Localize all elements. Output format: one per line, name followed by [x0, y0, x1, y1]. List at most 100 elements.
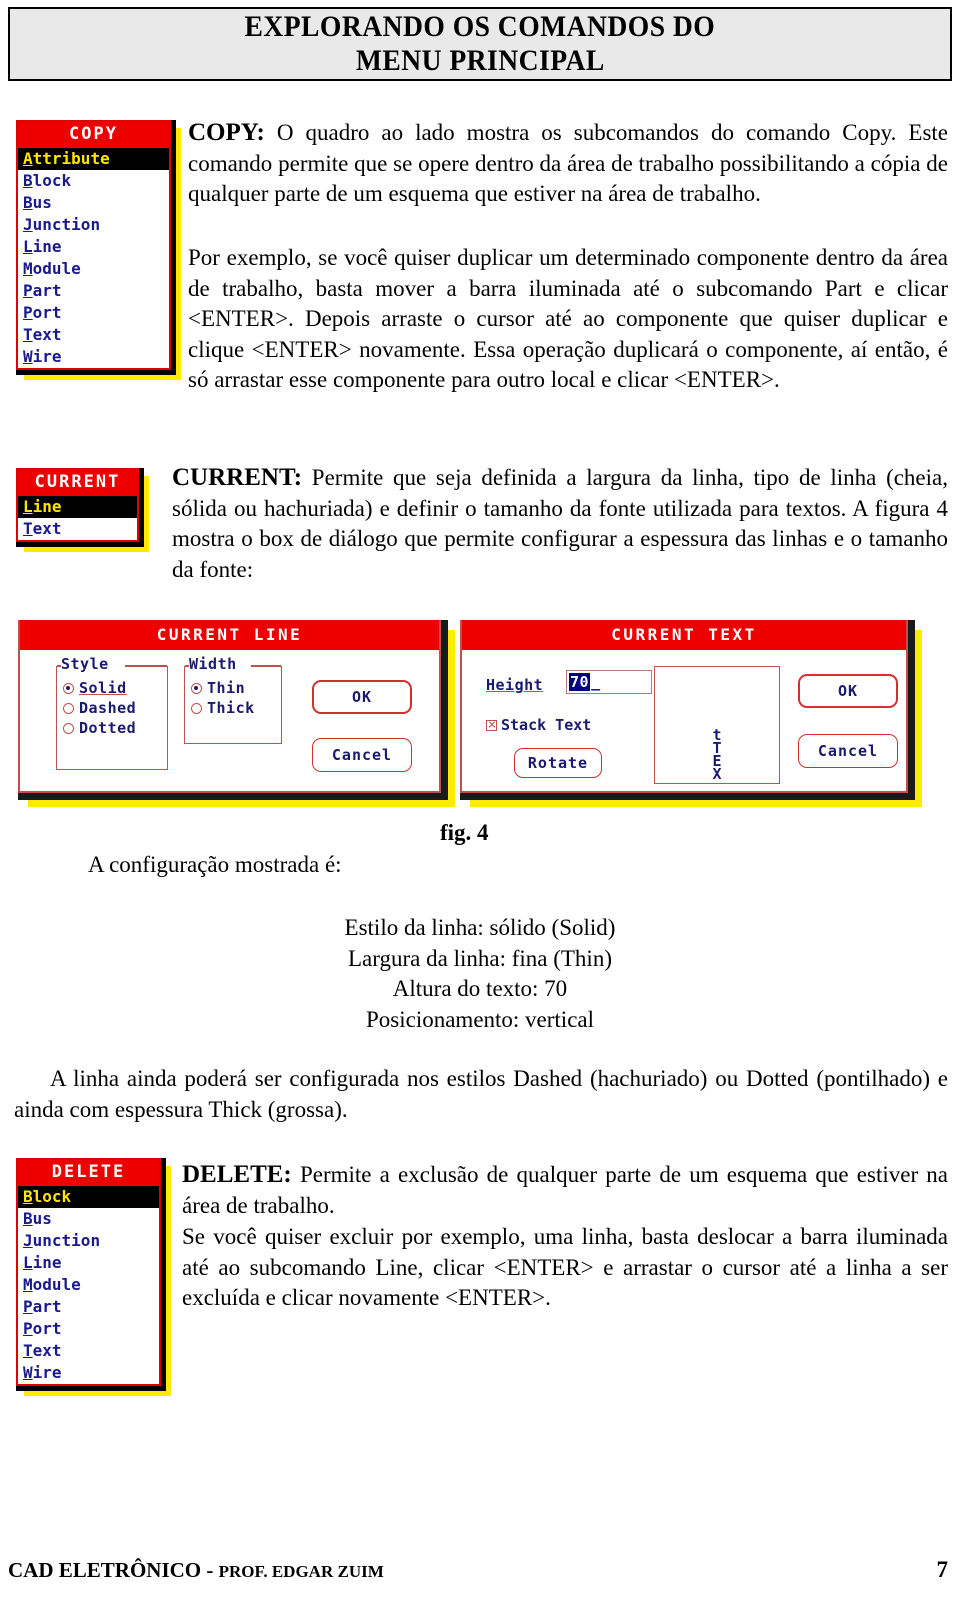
delete-menu-item-junction[interactable]: Junction — [18, 1230, 159, 1252]
footer-brand: CAD ELETRÔNICO — [8, 1558, 202, 1582]
accelerator-letter: L — [23, 497, 33, 516]
footer-author: PROF. EDGAR ZUIM — [218, 1562, 384, 1581]
current-command-menu[interactable]: CURRENT Line Text — [16, 468, 149, 552]
config-line: Estilo da linha: sólido (Solid) — [344, 915, 616, 940]
accelerator-letter: P — [23, 1297, 33, 1316]
item-label-rest: odule — [32, 259, 81, 278]
menu-shadow-bottom — [24, 375, 181, 380]
radio-icon[interactable] — [63, 682, 74, 694]
delete-menu-item-wire[interactable]: Wire — [18, 1362, 159, 1384]
copy-menu-title: COPY — [18, 122, 169, 148]
item-label-rest: ire — [32, 347, 62, 366]
item-label-rest: ext — [32, 1341, 62, 1360]
delete-menu-item-port[interactable]: Port — [18, 1318, 159, 1340]
height-input[interactable]: 70 _ — [566, 670, 652, 694]
stack-text-label: Stack Text — [501, 716, 592, 734]
config-summary-list: Estilo da linha: sólido (Solid) Largura … — [0, 913, 960, 1035]
dialog-shadow-bottom — [28, 800, 455, 807]
width-option-thin[interactable]: Thin — [185, 678, 281, 698]
radio-icon[interactable] — [191, 702, 202, 714]
item-label-rest: ext — [32, 325, 62, 344]
current-line-dialog-title: CURRENT LINE — [20, 620, 439, 650]
footer-separator: - — [201, 1558, 219, 1582]
config-line: Altura do texto: 70 — [392, 976, 568, 1001]
copy-menu-items: Attribute Block Bus Junction Line Module Part P… — [18, 148, 169, 368]
copy-menu-item-port[interactable]: Port — [18, 302, 169, 324]
copy-menu-item-text[interactable]: Text — [18, 324, 169, 346]
accelerator-letter: B — [23, 171, 33, 190]
config-line: Largura da linha: fina (Thin) — [348, 945, 612, 971]
dialog-shadow-right — [448, 630, 455, 807]
accelerator-letter: B — [23, 1187, 33, 1206]
style-option-dotted[interactable]: Dotted — [57, 718, 167, 738]
width-legend-label: Width — [189, 655, 240, 673]
current-description-paragraph: CURRENT: Permite que seja definida a lar… — [172, 463, 948, 585]
preview-stacked-chars: tTEX — [712, 728, 722, 783]
rotate-button[interactable]: Rotate — [514, 748, 602, 778]
radio-icon[interactable] — [191, 682, 202, 694]
item-label-rest: ort — [32, 303, 62, 322]
copy-menu-item-block[interactable]: Block — [18, 170, 169, 192]
item-label-rest: unction — [32, 1231, 101, 1250]
current-text-ok-button[interactable]: OK — [798, 674, 898, 708]
accelerator-letter: T — [23, 325, 33, 344]
config-line: Posicionamento: vertical — [365, 1006, 595, 1032]
style-option-solid[interactable]: Solid — [57, 678, 167, 698]
delete-description-paragraph: DELETE: Permite a exclusão de qualquer p… — [182, 1160, 948, 1221]
style-option-dashed[interactable]: Dashed — [57, 698, 167, 718]
radio-icon[interactable] — [63, 702, 74, 714]
accelerator-letter: P — [23, 303, 33, 322]
copy-menu-item-wire[interactable]: Wire — [18, 346, 169, 368]
menu-shadow-bottom — [24, 547, 149, 552]
copy-command-menu[interactable]: COPY Attribute Block Bus Junction Line Module… — [16, 120, 181, 380]
checkbox-icon[interactable] — [486, 719, 497, 731]
stack-text-checkbox-row[interactable]: Stack Text — [486, 716, 591, 734]
delete-menu-item-block[interactable]: Block — [18, 1186, 159, 1208]
current-text-cancel-button[interactable]: Cancel — [798, 734, 898, 768]
current-menu-title: CURRENT — [18, 470, 137, 496]
item-label-rest: art — [32, 1297, 62, 1316]
preview-char: X — [712, 765, 722, 783]
accelerator-letter: T — [23, 519, 33, 538]
delete-command-menu[interactable]: DELETE Block Bus Junction Line Module Part Por… — [16, 1158, 171, 1396]
copy-menu-item-part[interactable]: Part — [18, 280, 169, 302]
item-label-rest: ine — [32, 1253, 62, 1272]
radio-icon[interactable] — [63, 722, 74, 734]
item-label-rest: ext — [32, 519, 62, 538]
page-number: 7 — [936, 1557, 949, 1582]
copy-menu-item-line[interactable]: Line — [18, 236, 169, 258]
figure-caption: fig. 4 — [440, 820, 489, 845]
note-paragraph: A linha ainda poderá ser configurada nos… — [14, 1066, 948, 1122]
item-label-rest: ine — [32, 237, 62, 256]
delete-menu-item-module[interactable]: Module — [18, 1274, 159, 1296]
menu-shadow-right — [144, 476, 149, 552]
text-preview-panel: tTEX — [654, 666, 780, 784]
current-text-dialog[interactable]: CURRENT TEXT Height 70 _ Stack Text Rota… — [460, 620, 922, 807]
copy-menu-item-module[interactable]: Module — [18, 258, 169, 280]
accelerator-letter: M — [23, 1275, 33, 1294]
delete-menu-item-text[interactable]: Text — [18, 1340, 159, 1362]
current-menu-item-line[interactable]: Line — [18, 496, 137, 518]
delete-body-text: Permite a exclusão de qualquer parte de … — [182, 1162, 948, 1218]
delete-menu-item-part[interactable]: Part — [18, 1296, 159, 1318]
current-line-dialog[interactable]: CURRENT LINE Style Solid Dashed Dotted W… — [18, 620, 455, 807]
current-line-cancel-button[interactable]: Cancel — [312, 738, 412, 772]
width-option-thick[interactable]: Thick — [185, 698, 281, 718]
legend-rule-right — [125, 665, 167, 667]
copy-menu-item-bus[interactable]: Bus — [18, 192, 169, 214]
delete-menu-item-line[interactable]: Line — [18, 1252, 159, 1274]
copy-menu-item-junction[interactable]: Junction — [18, 214, 169, 236]
copy-menu-item-attribute[interactable]: Attribute — [18, 148, 169, 170]
accelerator-letter: L — [23, 1253, 33, 1272]
config-intro-text: A configuração mostrada é: — [88, 852, 342, 877]
accelerator-letter: J — [23, 215, 33, 234]
dialog-shadow-right — [915, 630, 922, 807]
accelerator-letter: W — [23, 347, 33, 366]
current-menu-item-text[interactable]: Text — [18, 518, 137, 540]
copy-description-paragraph: COPY: O quadro ao lado mostra os subcoma… — [188, 118, 948, 210]
item-label-rest: art — [32, 281, 62, 300]
current-line-ok-button[interactable]: OK — [312, 680, 412, 714]
delete-menu-item-bus[interactable]: Bus — [18, 1208, 159, 1230]
accelerator-letter: M — [23, 259, 33, 278]
item-label-rest: ort — [32, 1319, 62, 1338]
